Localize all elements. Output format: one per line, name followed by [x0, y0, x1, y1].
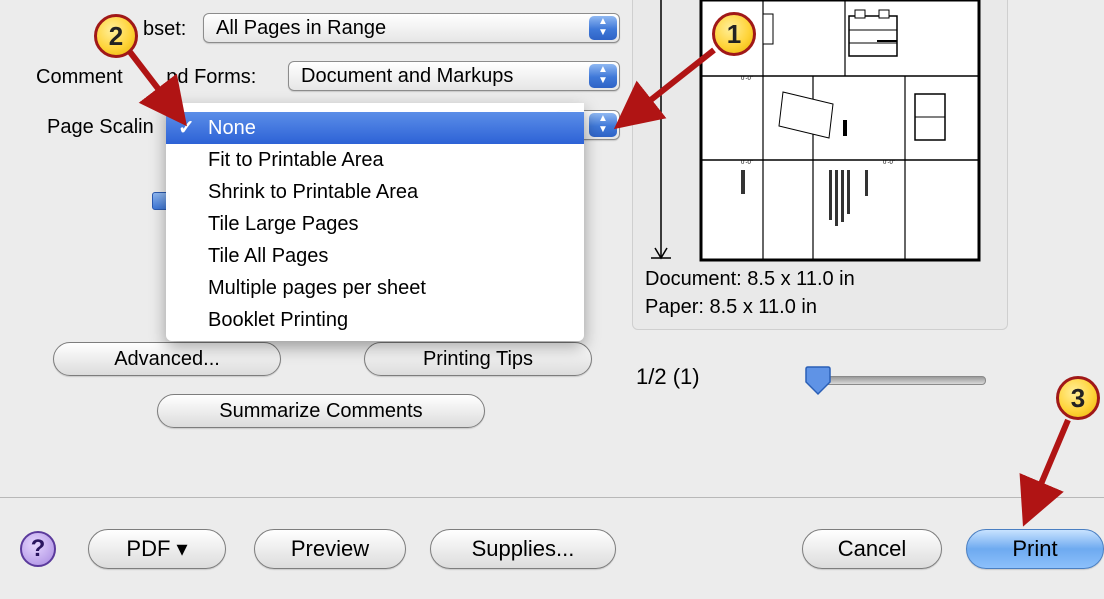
comments-forms-label: Comment nd Forms: — [36, 66, 256, 89]
paper-size: Paper: 8.5 x 11.0 in — [645, 296, 817, 318]
callout-2: 2 — [94, 14, 138, 58]
checkmark-icon: ✓ — [178, 117, 195, 139]
comments-label-right: nd Forms: — [166, 66, 257, 88]
menu-item[interactable]: Fit to Printable Area — [166, 144, 584, 176]
menu-item[interactable]: Booklet Printing — [166, 304, 584, 336]
preview-pane: 0'-0" 0'-0" 0'-0" Document: 8.5 x 11.0 i… — [632, 0, 1008, 330]
print-button[interactable]: Print — [966, 529, 1104, 569]
subset-value: All Pages in Range — [216, 17, 387, 39]
page-scaling-menu: ✓ None Fit to Printable Area Shrink to Prin… — [166, 103, 584, 341]
page-slider-track[interactable] — [806, 376, 986, 385]
stepper-icon: ▲ ▼ — [589, 16, 617, 40]
menu-item[interactable]: Shrink to Printable Area — [166, 176, 584, 208]
menu-item-label: Tile Large Pages — [208, 213, 359, 235]
menu-item-label: Booklet Printing — [208, 309, 349, 331]
subset-label: bset: — [143, 18, 187, 40]
menu-item-label: Tile All Pages — [208, 245, 329, 267]
page-indicator: 1/2 (1) — [636, 364, 700, 389]
menu-item[interactable]: Multiple pages per sheet — [166, 272, 584, 304]
subset-popup[interactable]: All Pages in Range ▲ ▼ — [203, 13, 620, 43]
pdf-button[interactable]: PDF ▾ — [88, 529, 226, 569]
printing-tips-button[interactable]: Printing Tips — [364, 342, 592, 376]
svg-text:0'-0": 0'-0" — [741, 160, 753, 166]
comments-label-left: Comment — [36, 66, 123, 88]
summarize-comments-button[interactable]: Summarize Comments — [157, 394, 485, 428]
divider — [0, 497, 1104, 498]
comments-forms-value: Document and Markups — [301, 65, 514, 87]
callout-1: 1 — [712, 12, 756, 56]
callout-3: 3 — [1056, 376, 1100, 420]
stepper-icon: ▲ ▼ — [589, 64, 617, 88]
menu-item-label: Fit to Printable Area — [208, 149, 384, 171]
page-scaling-label: Page Scalin — [47, 116, 154, 138]
help-button[interactable]: ? — [20, 531, 56, 567]
svg-text:0'-0": 0'-0" — [883, 160, 895, 166]
supplies-button[interactable]: Supplies... — [430, 529, 616, 569]
comments-forms-popup[interactable]: Document and Markups ▲ ▼ — [288, 61, 620, 91]
menu-item-label: Shrink to Printable Area — [208, 181, 419, 203]
document-size: Document: 8.5 x 11.0 in — [645, 268, 855, 290]
preview-button[interactable]: Preview — [254, 529, 406, 569]
page-slider-thumb[interactable] — [804, 366, 832, 396]
cancel-button[interactable]: Cancel — [802, 529, 942, 569]
menu-item[interactable]: Tile All Pages — [166, 240, 584, 272]
svg-text:0'-0": 0'-0" — [741, 76, 753, 82]
menu-item[interactable]: Tile Large Pages — [166, 208, 584, 240]
menu-item-label: None — [208, 117, 256, 139]
advanced-button[interactable]: Advanced... — [53, 342, 281, 376]
stepper-icon: ▲ ▼ — [589, 113, 617, 137]
menu-item-label: Multiple pages per sheet — [208, 277, 426, 299]
menu-item[interactable]: ✓ None — [166, 112, 584, 144]
